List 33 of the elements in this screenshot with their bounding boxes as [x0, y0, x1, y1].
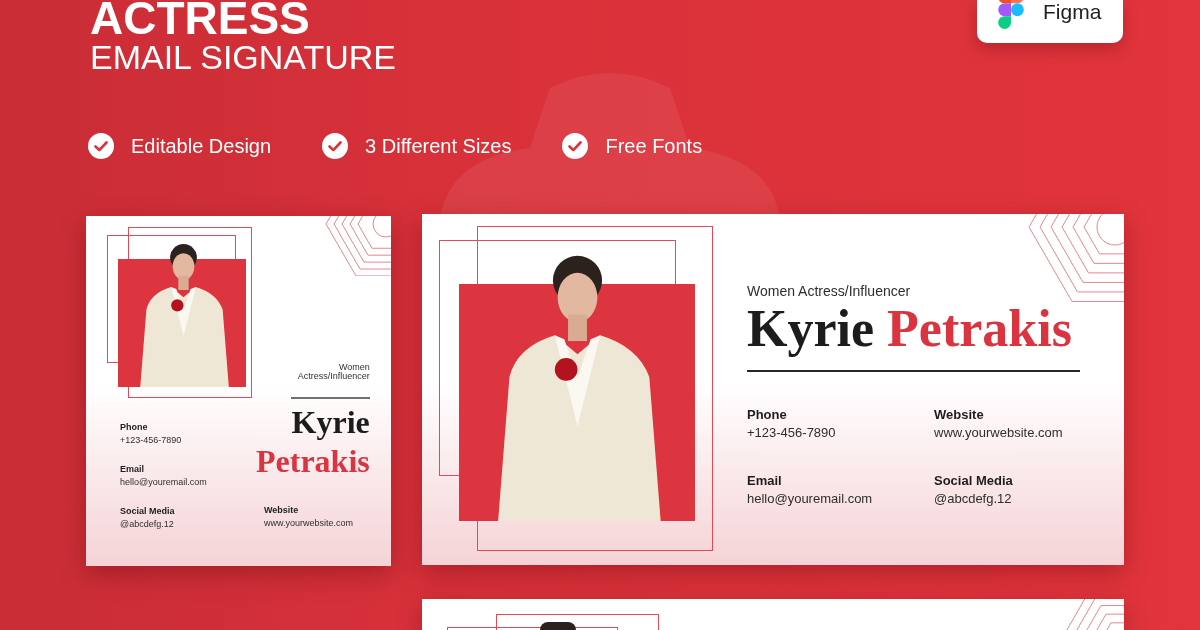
contact-label: Phone [747, 406, 788, 423]
contact-label: Social Media [120, 505, 176, 517]
contact-label: Email [120, 463, 145, 475]
feature-label: 3 Different Sizes [365, 134, 512, 159]
badge-label: Figma [1043, 0, 1102, 24]
contact-value: www.yourwebsite.com [264, 517, 354, 529]
contact-label: Social Media [934, 472, 1014, 489]
contact-value: @abcdefg.12 [120, 518, 175, 530]
contact-value: hello@youremail.com [120, 476, 208, 488]
feature-label: Free Fonts [605, 134, 703, 159]
contact-value: +123-456-7890 [120, 434, 183, 446]
contact-label: Phone [120, 421, 149, 433]
feature-label: Editable Design [131, 134, 272, 159]
check-circle-icon [322, 133, 349, 159]
contact-value: hello@youremail.com [747, 490, 874, 507]
photo-placeholder [540, 622, 576, 630]
contact-value: @abcdefg.12 [934, 490, 1013, 507]
contact-label: Website [934, 406, 985, 423]
check-circle-icon [562, 133, 589, 159]
contact-label: Email [747, 472, 783, 489]
contact-value: www.yourwebsite.com [934, 424, 1064, 441]
contact-label: Website [264, 504, 300, 516]
last-name-text: Petrakis [256, 445, 370, 477]
role-text: Women Actress/Influencer [297, 363, 370, 381]
headline-text: ACTRESS [90, 0, 311, 36]
check-circle-icon [88, 133, 114, 159]
last-name-text: Petrakis [887, 303, 1072, 355]
role-text: Women Actress/Influencer [747, 282, 912, 300]
subtitle-text: EMAIL SIGNATURE [90, 40, 397, 74]
contact-value: +123-456-7890 [747, 424, 837, 441]
first-name-text: Kyrie [747, 303, 875, 355]
first-name-text: Kyrie [291, 406, 370, 438]
logo-icon [998, 0, 1024, 29]
